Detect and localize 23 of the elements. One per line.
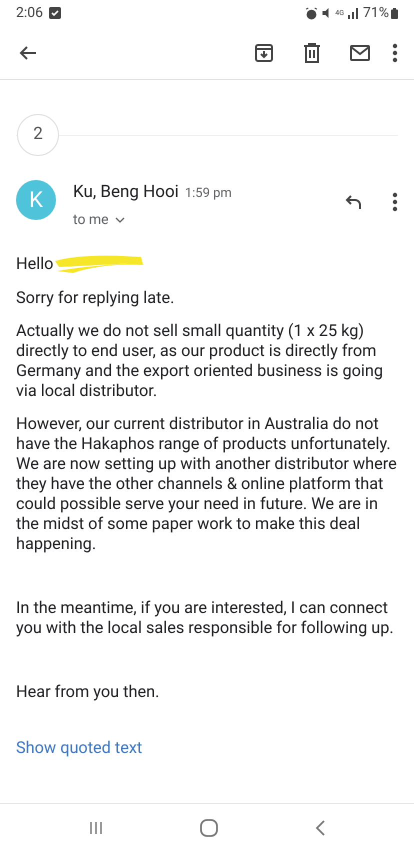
- message-paragraph: Sorry for replying late.: [16, 288, 176, 308]
- chevron-down-icon: [114, 217, 125, 223]
- alarm-icon: [305, 6, 318, 20]
- recent-apps-button[interactable]: [88, 820, 104, 834]
- greeting: Hello: [16, 254, 54, 274]
- signal-icon: [348, 7, 360, 19]
- show-quoted-text-link[interactable]: Show quoted text: [16, 738, 142, 758]
- message-paragraph: Hear from you then.: [16, 682, 160, 702]
- avatar: K: [16, 180, 56, 220]
- message-paragraph: Actually we do not sell small quantity (1 x 25 kg) directly to end user, as our product is directly from Germany and the export oriented business is going via local distributor.: [16, 320, 384, 400]
- notification-icon: [49, 7, 61, 19]
- recipient-toggle[interactable]: to me: [73, 210, 232, 230]
- system-back-button[interactable]: [314, 818, 326, 836]
- message-paragraph: In the meantime, if you are interested, I can connect you with the local sales responsible for following up.: [16, 598, 395, 638]
- home-button[interactable]: [200, 818, 218, 836]
- collapsed-messages-count[interactable]: 2: [17, 114, 59, 156]
- message-more-button[interactable]: [392, 190, 398, 214]
- message-time: 1:59 pm: [184, 185, 232, 203]
- battery-icon: [391, 8, 398, 18]
- message-paragraph: However, our current distributor in Australia do not have the Hakaphos range of products unfortunately. We are now setting up with another distributor where they have the other channels & online platform that could possible serve your need in future. We are in the midst of some paper work to make this deal happening.: [16, 414, 398, 554]
- status-time: 2:06: [16, 4, 43, 22]
- battery-percent: 71%: [363, 4, 389, 22]
- sender-name: Ku, Beng Hooi: [73, 181, 179, 204]
